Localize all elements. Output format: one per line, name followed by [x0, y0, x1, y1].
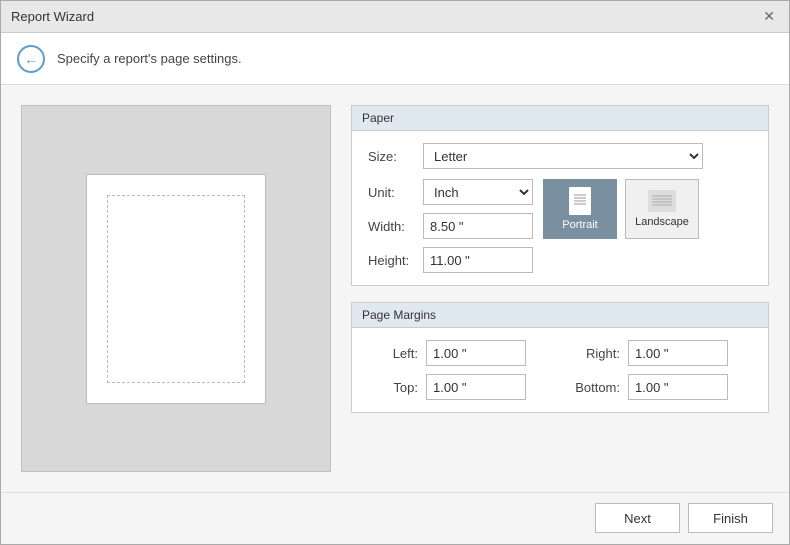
landscape-label: Landscape — [635, 216, 689, 228]
unit-row: Unit: Inch Millimeter Centimeter — [368, 179, 533, 205]
height-row: Height: — [368, 247, 533, 273]
width-input[interactable] — [423, 213, 533, 239]
right-margin-input[interactable] — [628, 340, 728, 366]
close-button[interactable]: ✕ — [759, 6, 779, 27]
top-margin-row: Top: — [368, 374, 550, 400]
portrait-button[interactable]: Portrait — [543, 179, 617, 239]
footer: Next Finish — [1, 492, 789, 544]
portrait-label: Portrait — [562, 219, 597, 231]
window-title: Report Wizard — [11, 9, 94, 24]
margins-section: Page Margins Left: Right: — [351, 302, 769, 413]
size-row: Size: Letter A4 Legal Custom — [368, 143, 752, 169]
unit-label: Unit: — [368, 185, 423, 200]
landscape-icon — [648, 190, 676, 212]
paper-section: Paper Size: Letter A4 Legal Custom — [351, 105, 769, 286]
next-button[interactable]: Next — [595, 503, 680, 533]
paper-section-body: Size: Letter A4 Legal Custom — [352, 131, 768, 285]
top-margin-input[interactable] — [426, 374, 526, 400]
top-margin-label: Top: — [368, 380, 418, 395]
unit-dim-col: Unit: Inch Millimeter Centimeter Width: — [368, 179, 533, 273]
unit-orientation-row: Unit: Inch Millimeter Centimeter Width: — [368, 179, 752, 273]
height-label: Height: — [368, 253, 423, 268]
report-wizard-window: Report Wizard ✕ ← Specify a report's pag… — [0, 0, 790, 545]
header-description: Specify a report's page settings. — [57, 51, 242, 66]
right-margin-label: Right: — [570, 346, 620, 361]
bottom-margin-label: Bottom: — [570, 380, 620, 395]
page-preview-area — [21, 105, 331, 472]
right-margin-row: Right: — [570, 340, 752, 366]
page-margin-preview — [107, 195, 245, 383]
title-bar: Report Wizard ✕ — [1, 1, 789, 33]
height-input[interactable] — [423, 247, 533, 273]
left-margin-row: Left: — [368, 340, 550, 366]
header-bar: ← Specify a report's page settings. — [1, 33, 789, 85]
main-content: Paper Size: Letter A4 Legal Custom — [1, 85, 789, 492]
paper-section-header: Paper — [352, 106, 768, 131]
back-icon: ← — [24, 51, 38, 67]
width-label: Width: — [368, 219, 423, 234]
unit-select[interactable]: Inch Millimeter Centimeter — [423, 179, 533, 205]
finish-button[interactable]: Finish — [688, 503, 773, 533]
width-row: Width: — [368, 213, 533, 239]
back-button[interactable]: ← — [17, 45, 45, 73]
left-margin-input[interactable] — [426, 340, 526, 366]
settings-area: Paper Size: Letter A4 Legal Custom — [351, 105, 769, 472]
margins-section-body: Left: Right: Top: — [352, 328, 768, 412]
landscape-button[interactable]: Landscape — [625, 179, 699, 239]
margins-section-header: Page Margins — [352, 303, 768, 328]
bottom-margin-input[interactable] — [628, 374, 728, 400]
portrait-icon — [569, 187, 591, 215]
size-select[interactable]: Letter A4 Legal Custom — [423, 143, 703, 169]
bottom-margin-row: Bottom: — [570, 374, 752, 400]
left-margin-label: Left: — [368, 346, 418, 361]
orientation-buttons: Portrait Landscape — [543, 179, 699, 239]
size-label: Size: — [368, 149, 423, 164]
page-preview — [86, 174, 266, 404]
margins-grid: Left: Right: Top: — [368, 340, 752, 400]
